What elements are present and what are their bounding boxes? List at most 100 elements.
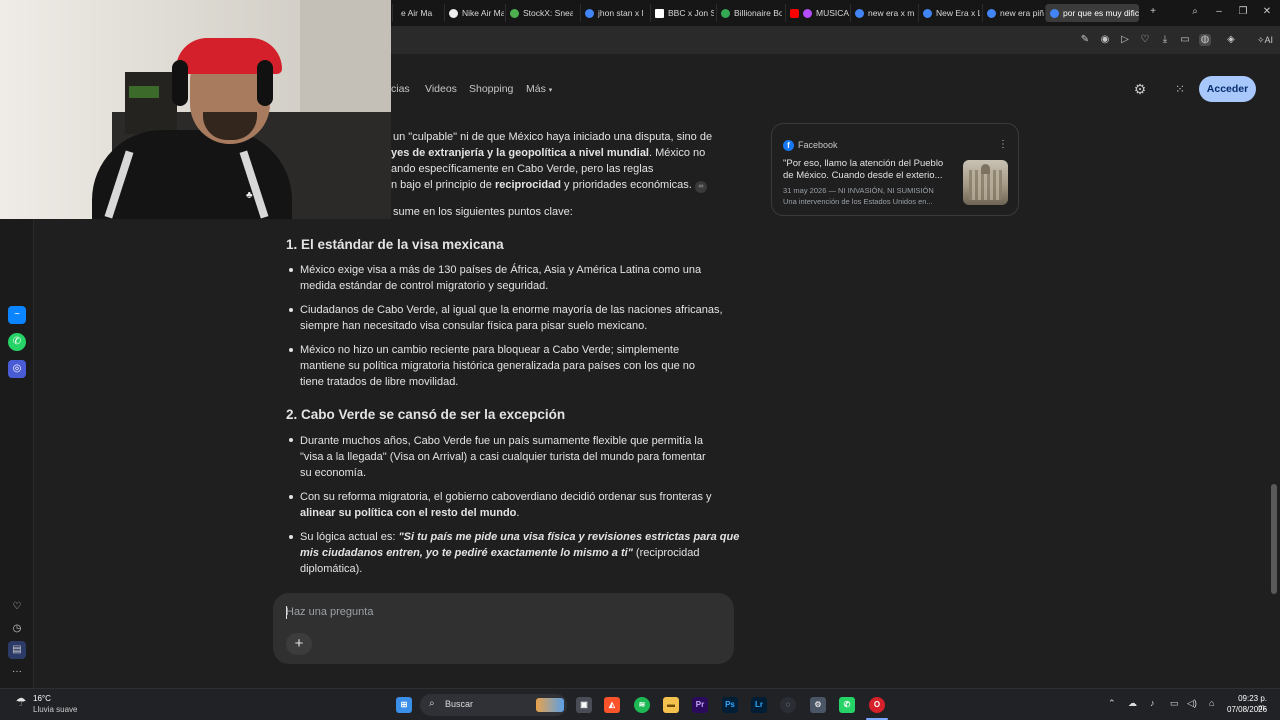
browser-tab[interactable]: Nike Air Max <box>444 4 504 22</box>
section-heading: 1. El estándar de la visa mexicana <box>286 237 504 252</box>
ask-prompt-box[interactable]: Haz una pregunta + <box>273 593 734 664</box>
weather-rain-icon[interactable]: ☂ <box>13 694 29 710</box>
browser-tab-active[interactable]: por que es muy dific <box>1045 4 1139 22</box>
scrollbar-thumb[interactable] <box>1271 484 1277 594</box>
app-icon[interactable]: ◌ <box>780 697 796 713</box>
facebook-icon: f <box>783 140 794 151</box>
prompt-input[interactable]: Haz una pregunta <box>286 606 373 618</box>
search-highlight-icon <box>536 698 564 712</box>
search-label: Buscar <box>445 699 474 709</box>
brand-logo-icon: ♣ <box>246 190 253 201</box>
source-name: Facebook <box>798 140 838 150</box>
clock-date[interactable]: 07/08/2026 <box>1227 705 1267 714</box>
whatsapp-icon[interactable]: ✆ <box>839 697 855 713</box>
browser-tab[interactable]: MUSICA <box>785 4 849 22</box>
headphone-left <box>172 60 188 106</box>
answer-text: n bajo el principio de reciprocidad y pr… <box>391 177 707 193</box>
new-tab-plus-icon[interactable]: + <box>1146 5 1160 19</box>
instagram-icon[interactable]: ◎ <box>8 360 26 378</box>
heart-icon[interactable]: ♡ <box>1139 34 1151 46</box>
browser-tab[interactable]: jhon stan x l <box>580 4 650 22</box>
stockx-favicon-icon <box>510 8 519 18</box>
tray-screen-icon[interactable]: ▭ <box>1170 698 1179 709</box>
task-view-icon[interactable]: ▣ <box>576 697 592 713</box>
search-icon: ⌕ <box>429 698 435 709</box>
thumbnail-building-shape <box>969 170 1002 200</box>
extension-cube-icon[interactable]: ◈ <box>1225 34 1237 46</box>
settings-gear-icon[interactable]: ⚙ <box>810 697 826 713</box>
link-chain-icon[interactable]: ∞ <box>694 181 707 193</box>
camera-icon[interactable]: ◉ <box>1099 34 1111 46</box>
apps-grid-icon[interactable]: ⁙ <box>1172 81 1188 97</box>
bullet-dot <box>289 268 293 272</box>
browser-tab[interactable]: e Air Ma <box>392 4 450 22</box>
browser-tab[interactable]: BBC x Jon St <box>650 4 714 22</box>
tray-chevron-up-icon[interactable]: ⌃ <box>1108 698 1116 709</box>
messenger-icon[interactable]: ~ <box>8 306 26 324</box>
more-dots-icon[interactable]: ··· <box>8 663 26 681</box>
browser-tab[interactable]: Billionaire Bo <box>716 4 782 22</box>
tray-microphone-icon[interactable]: ♪ <box>1150 698 1155 708</box>
source-card[interactable]: f Facebook ⋮ "Por eso, llamo la atención… <box>771 123 1019 216</box>
settings-gear-icon[interactable]: ⚙ <box>1132 81 1148 97</box>
more-vert-icon[interactable]: ⋮ <box>998 139 1008 150</box>
webcam-overlay: ♣ <box>0 0 391 219</box>
bullet-dot <box>289 438 293 442</box>
screen-icon[interactable]: ▭ <box>1179 34 1191 46</box>
answer-text: sume en los siguientes puntos clave: <box>393 206 573 218</box>
edit-icon[interactable]: ✎ <box>1079 34 1091 46</box>
browser-tab[interactable]: New Era x Li <box>918 4 980 22</box>
minimize-icon[interactable]: – <box>1212 5 1226 19</box>
list-item: Su lógica actual es: "Si tu país me pide… <box>300 531 740 575</box>
brave-browser-icon[interactable]: ◭ <box>604 697 620 713</box>
tray-volume-icon[interactable]: ◁) <box>1187 698 1197 709</box>
lightroom-icon[interactable]: Lr <box>751 697 767 713</box>
weather-description[interactable]: Lluvia suave <box>33 705 77 714</box>
premiere-pro-icon[interactable]: Pr <box>692 697 708 713</box>
history-clock-icon[interactable]: ◷ <box>8 620 26 638</box>
browser-tab[interactable]: StockX: Snea <box>505 4 573 22</box>
tray-cloud-icon[interactable]: ☁ <box>1128 698 1137 709</box>
youtube-favicon-icon <box>790 8 799 18</box>
browser-tab[interactable]: new era piñ <box>982 4 1044 22</box>
taskbar-search-box[interactable]: ⌕ Buscar <box>420 694 567 716</box>
windows-start-icon[interactable]: ⊞ <box>396 697 412 713</box>
download-icon[interactable]: ⤓ <box>1159 34 1171 46</box>
nav-tab-news[interactable]: cias <box>391 83 410 95</box>
list-item: México exige visa a más de 130 países de… <box>300 264 702 292</box>
search-tabs-icon[interactable]: ⌕ <box>1188 5 1202 19</box>
section-heading: 2. Cabo Verde se cansó de ser la excepci… <box>286 407 566 422</box>
google-favicon-icon <box>855 8 864 18</box>
weather-temperature[interactable]: 16°C <box>33 694 51 703</box>
source-title[interactable]: "Por eso, llamo la atención del Pueblo de… <box>783 158 953 182</box>
spotify-icon[interactable]: ≋ <box>634 697 650 713</box>
windows-taskbar: ☂ 16°C Lluvia suave ⊞ ⌕ Buscar ▣ ◭ ≋ ▬ P… <box>0 688 1280 720</box>
add-plus-button[interactable]: + <box>286 633 312 655</box>
whatsapp-icon[interactable]: ✆ <box>8 333 26 351</box>
close-window-icon[interactable]: ✕ <box>1260 5 1274 19</box>
heart-icon[interactable]: ♡ <box>8 598 26 616</box>
source-meta: 31 may 2026 — NI INVASIÓN, NI SUMISIÓN Un… <box>783 186 934 206</box>
tray-network-icon[interactable]: ⌂ <box>1209 698 1214 708</box>
maximize-icon[interactable]: ❐ <box>1236 5 1250 19</box>
source-thumbnail[interactable] <box>963 160 1008 205</box>
photoshop-icon[interactable]: Ps <box>722 697 738 713</box>
nav-tab-videos[interactable]: Videos <box>425 83 457 95</box>
browser-tab[interactable]: new era x m <box>850 4 916 22</box>
answer-text: yes de extranjería y la geopolítica a ni… <box>391 147 706 159</box>
profile-icon[interactable]: ◍ <box>1199 34 1211 46</box>
google-favicon-icon <box>987 8 996 18</box>
headphone-right <box>257 60 273 106</box>
wallet-icon[interactable]: ▤ <box>8 641 26 659</box>
opera-browser-icon[interactable]: O <box>869 697 885 713</box>
page-scrollbar[interactable] <box>1268 54 1280 688</box>
file-explorer-icon[interactable]: ▬ <box>663 697 679 713</box>
nav-tab-shopping[interactable]: Shopping <box>469 83 513 95</box>
bullet-dot <box>289 535 293 539</box>
nav-tab-more[interactable]: Más ▾ <box>526 83 552 95</box>
ai-icon[interactable]: ✧AI <box>1255 34 1275 46</box>
sign-in-button[interactable]: Acceder <box>1199 76 1256 102</box>
play-icon[interactable]: ▷ <box>1119 34 1131 46</box>
thumbnail-dome-shape <box>981 164 990 174</box>
list-item: Con su reforma migratoria, el gobierno c… <box>300 491 712 519</box>
